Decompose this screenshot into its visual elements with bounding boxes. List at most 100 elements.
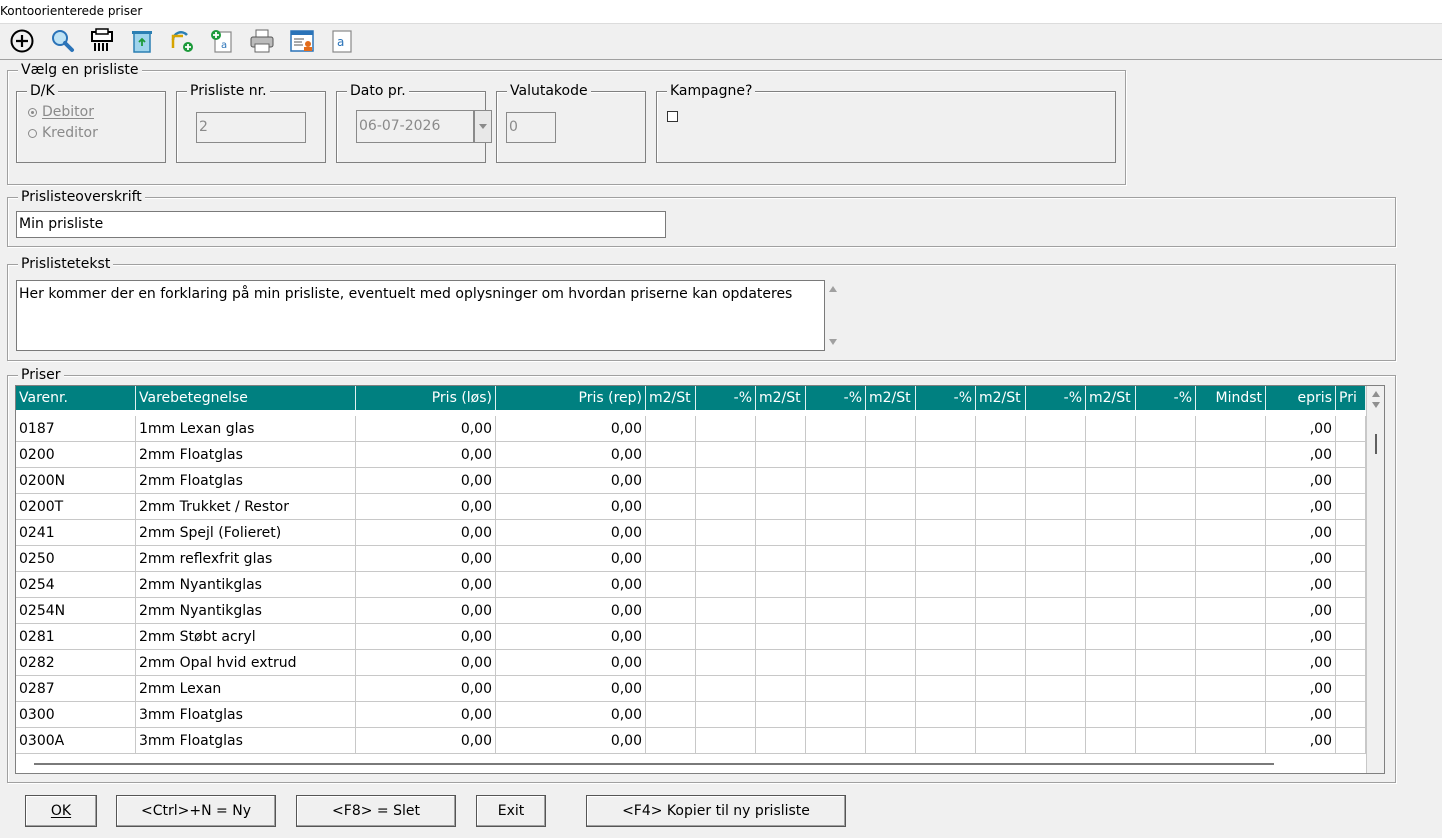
table-cell[interactable]	[1136, 468, 1196, 494]
table-cell[interactable]	[806, 676, 866, 702]
table-cell[interactable]: 0,00	[496, 650, 646, 676]
table-row[interactable]: 0300 3mm Floatglas 0,00 0,00,00	[16, 702, 1366, 728]
column-header[interactable]: -%	[1026, 386, 1086, 410]
table-cell[interactable]	[1336, 468, 1366, 494]
table-cell[interactable]	[646, 650, 696, 676]
new-button[interactable]: <Ctrl>+N = Ny	[116, 795, 276, 827]
table-cell[interactable]	[976, 624, 1026, 650]
table-cell[interactable]	[1026, 624, 1086, 650]
column-header[interactable]: -%	[806, 386, 866, 410]
table-cell[interactable]	[646, 416, 696, 442]
table-cell[interactable]: 0281	[16, 624, 136, 650]
table-cell[interactable]	[1196, 728, 1266, 754]
table-cell[interactable]	[1336, 442, 1366, 468]
table-cell[interactable]	[916, 468, 976, 494]
table-cell[interactable]	[1086, 650, 1136, 676]
table-cell[interactable]	[1026, 520, 1086, 546]
add-icon[interactable]	[8, 27, 36, 55]
table-cell[interactable]: 0187	[16, 416, 136, 442]
column-header[interactable]: Varebetegnelse	[136, 386, 356, 410]
table-cell[interactable]	[976, 416, 1026, 442]
table-cell[interactable]	[866, 442, 916, 468]
table-cell[interactable]	[1336, 598, 1366, 624]
table-cell[interactable]: ,00	[1266, 650, 1336, 676]
table-cell[interactable]	[1086, 494, 1136, 520]
table-cell[interactable]	[806, 520, 866, 546]
table-cell[interactable]	[696, 442, 756, 468]
table-cell[interactable]	[1196, 572, 1266, 598]
column-header[interactable]: Varenr.	[16, 386, 136, 410]
table-cell[interactable]	[1086, 468, 1136, 494]
table-cell[interactable]	[1336, 702, 1366, 728]
table-cell[interactable]	[1136, 598, 1196, 624]
table-cell[interactable]	[1196, 416, 1266, 442]
new-document-icon[interactable]: a	[208, 27, 236, 55]
printer-icon[interactable]	[248, 27, 276, 55]
table-cell[interactable]	[976, 546, 1026, 572]
table-cell[interactable]: 2mm Lexan	[136, 676, 356, 702]
table-cell[interactable]	[646, 494, 696, 520]
table-row[interactable]: 0200 2mm Floatglas 0,00 0,00,00	[16, 442, 1366, 468]
table-cell[interactable]	[756, 728, 806, 754]
table-cell[interactable]: ,00	[1266, 442, 1336, 468]
table-cell[interactable]	[1336, 650, 1366, 676]
table-cell[interactable]: 0,00	[356, 416, 496, 442]
table-cell[interactable]	[866, 416, 916, 442]
table-cell[interactable]	[1086, 702, 1136, 728]
table-cell[interactable]	[1086, 728, 1136, 754]
table-cell[interactable]: ,00	[1266, 728, 1336, 754]
table-cell[interactable]	[1086, 546, 1136, 572]
table-cell[interactable]	[696, 624, 756, 650]
table-cell[interactable]	[806, 494, 866, 520]
table-cell[interactable]: 0,00	[496, 416, 646, 442]
table-cell[interactable]	[696, 702, 756, 728]
table-cell[interactable]: 2mm Floatglas	[136, 468, 356, 494]
pricelist-text-area[interactable]: Her kommer der en forklaring på min pris…	[16, 280, 825, 351]
table-cell[interactable]: 3mm Floatglas	[136, 728, 356, 754]
column-header[interactable]: -%	[916, 386, 976, 410]
table-cell[interactable]	[916, 572, 976, 598]
table-cell[interactable]	[646, 728, 696, 754]
table-cell[interactable]	[756, 650, 806, 676]
table-cell[interactable]	[806, 468, 866, 494]
table-cell[interactable]	[806, 728, 866, 754]
table-cell[interactable]	[756, 624, 806, 650]
table-row[interactable]: 0200N 2mm Floatglas 0,00 0,00,00	[16, 468, 1366, 494]
table-cell[interactable]	[1026, 650, 1086, 676]
table-cell[interactable]: 0,00	[496, 520, 646, 546]
column-header[interactable]: Pris (rep)	[496, 386, 646, 410]
table-row[interactable]: 0241 2mm Spejl (Folieret) 0,00 0,00,00	[16, 520, 1366, 546]
table-cell[interactable]: 2mm Floatglas	[136, 442, 356, 468]
table-cell[interactable]	[1086, 442, 1136, 468]
table-cell[interactable]: ,00	[1266, 572, 1336, 598]
table-cell[interactable]	[1336, 676, 1366, 702]
table-cell[interactable]	[756, 520, 806, 546]
table-cell[interactable]: 0,00	[356, 546, 496, 572]
table-cell[interactable]	[1086, 598, 1136, 624]
table-cell[interactable]	[696, 416, 756, 442]
table-cell[interactable]	[1136, 702, 1196, 728]
table-cell[interactable]: 0,00	[356, 494, 496, 520]
table-cell[interactable]	[806, 442, 866, 468]
debitor-radio[interactable]: Debitor	[28, 104, 94, 120]
table-cell[interactable]	[806, 572, 866, 598]
table-cell[interactable]: 2mm Trukket / Restor	[136, 494, 356, 520]
table-cell[interactable]: ,00	[1266, 520, 1336, 546]
horizontal-scroll-thumb[interactable]	[34, 763, 1274, 765]
table-cell[interactable]: ,00	[1266, 416, 1336, 442]
table-cell[interactable]	[1196, 468, 1266, 494]
table-cell[interactable]	[1026, 572, 1086, 598]
table-row[interactable]: 0282 2mm Opal hvid extrud 0,00 0,00,00	[16, 650, 1366, 676]
column-header[interactable]: -%	[1136, 386, 1196, 410]
table-cell[interactable]	[1196, 442, 1266, 468]
table-row[interactable]: 0300A 3mm Floatglas 0,00 0,00,00	[16, 728, 1366, 754]
table-cell[interactable]	[1136, 416, 1196, 442]
table-cell[interactable]	[916, 494, 976, 520]
table-cell[interactable]	[646, 624, 696, 650]
table-cell[interactable]	[1086, 676, 1136, 702]
column-header[interactable]: m2/St	[1086, 386, 1136, 410]
table-cell[interactable]: 2mm Nyantikglas	[136, 598, 356, 624]
table-cell[interactable]	[866, 624, 916, 650]
table-cell[interactable]	[976, 676, 1026, 702]
scroll-down-icon[interactable]	[828, 338, 838, 346]
